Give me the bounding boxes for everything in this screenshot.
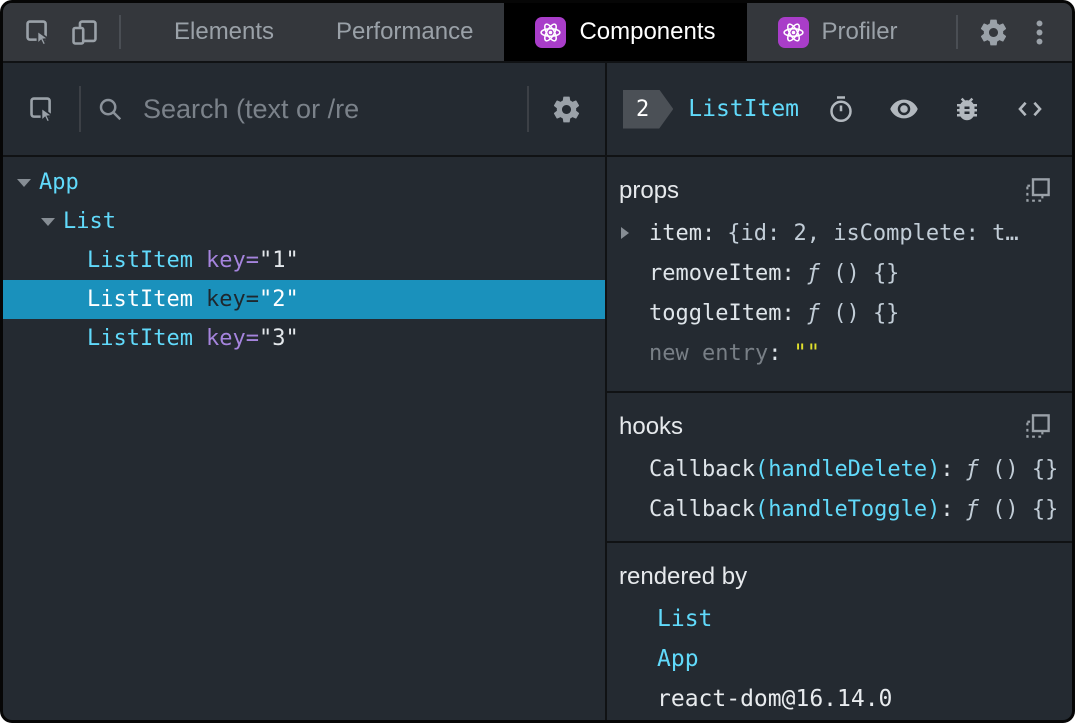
- prop-name: removeItem: [649, 260, 782, 286]
- component-name: ListItem: [87, 287, 193, 312]
- view-source-icon: [1018, 101, 1042, 117]
- tree-settings-button[interactable]: [543, 86, 589, 132]
- divider: [79, 86, 81, 132]
- new-entry-input[interactable]: new entry: [649, 341, 768, 366]
- tab-label: Elements: [174, 18, 275, 45]
- tab-elements[interactable]: Elements: [143, 3, 305, 61]
- hook-row-handledelete: Callback (handleDelete): ƒ () {}: [649, 456, 1059, 482]
- hooks-section: hooks Callback (handleDelete): ƒ () {} Ca…: [607, 393, 1072, 543]
- component-name: ListItem: [87, 248, 193, 273]
- kebab-menu-icon: [1036, 19, 1042, 45]
- hook-arg: (handleDelete): [754, 456, 941, 482]
- toolbar-divider: [956, 15, 958, 49]
- settings-gear-icon: [553, 96, 579, 122]
- copy-icon: [1026, 413, 1050, 438]
- copy-props-button[interactable]: [1020, 173, 1056, 209]
- devtools-menu-button[interactable]: [1016, 9, 1062, 55]
- hooks-section-title: hooks: [619, 413, 684, 440]
- device-toolbar-button[interactable]: [61, 9, 107, 55]
- prop-row-toggleitem: toggleItem: ƒ () {}: [649, 300, 900, 326]
- tree-item-listitem-1[interactable]: ListItem key="1": [3, 241, 605, 280]
- tab-label: Components: [579, 18, 716, 45]
- inspect-element-button[interactable]: [15, 9, 61, 55]
- hook-value: ƒ () {}: [965, 456, 1059, 482]
- inspect-dom-button[interactable]: [886, 91, 922, 127]
- devtools-settings-button[interactable]: [970, 9, 1016, 55]
- owners-stack-badge[interactable]: 2: [623, 90, 673, 129]
- eye-icon: [890, 99, 918, 119]
- tab-components[interactable]: Components: [504, 3, 747, 61]
- tree-item-app[interactable]: App: [3, 163, 605, 202]
- key-attribute: key="1": [205, 248, 299, 273]
- hook-name: Callback: [649, 496, 755, 522]
- props-section: props item: {id: 2, isComplete: t… remov…: [607, 157, 1072, 393]
- toolbar-divider: [119, 15, 121, 49]
- new-entry-value[interactable]: "": [793, 341, 820, 366]
- prop-value: {id: 2, isComplete: t…: [727, 220, 1019, 246]
- settings-gear-icon: [980, 19, 1006, 45]
- search-input[interactable]: [141, 92, 513, 126]
- component-name: App: [39, 170, 79, 195]
- stopwatch-icon: [830, 96, 852, 122]
- react-logo-icon: [777, 16, 809, 48]
- owner-link-list[interactable]: List: [657, 606, 712, 632]
- component-name: List: [63, 209, 116, 234]
- selected-component-header: 2 ListItem: [607, 63, 1072, 157]
- selected-component-name: ListItem: [688, 96, 800, 122]
- expander-icon[interactable]: [41, 217, 55, 226]
- prop-name: item: [649, 220, 702, 246]
- copy-hooks-button[interactable]: [1020, 409, 1056, 445]
- key-attribute: key="3": [205, 326, 299, 351]
- prop-name: toggleItem: [649, 300, 782, 326]
- select-component-button[interactable]: [19, 86, 65, 132]
- copy-icon: [1026, 177, 1050, 202]
- hook-arg: (handleToggle): [754, 496, 941, 522]
- owner-link-app[interactable]: App: [657, 646, 699, 672]
- key-attribute: key="2": [205, 287, 299, 312]
- bug-icon: [957, 97, 977, 121]
- tree-item-listitem-2-selected[interactable]: ListItem key="2": [3, 280, 605, 319]
- tab-label: Profiler: [821, 18, 898, 45]
- rendered-by-title: rendered by: [619, 563, 748, 590]
- component-name: ListItem: [87, 326, 193, 351]
- prop-row-item[interactable]: item: {id: 2, isComplete: t…: [619, 213, 1058, 253]
- owner-row: App: [657, 639, 1058, 679]
- component-tree: App List ListItem key="1" ListItem key="…: [3, 157, 605, 720]
- select-element-icon: [29, 96, 54, 123]
- prop-row-removeitem: removeItem: ƒ () {}: [649, 260, 900, 286]
- owner-row: List: [657, 599, 1058, 639]
- tab-profiler[interactable]: Profiler: [747, 3, 929, 61]
- devtools-window: Elements Performance Components Profiler: [0, 0, 1075, 723]
- expand-triangle-icon[interactable]: [621, 227, 629, 239]
- suspense-toggle-button[interactable]: [823, 91, 859, 127]
- inspect-element-icon: [25, 19, 50, 46]
- hook-name: Callback: [649, 456, 755, 482]
- renderer-version: react-dom@16.14.0: [657, 686, 893, 712]
- tab-label: Performance: [336, 18, 474, 45]
- tree-toolbar: [3, 63, 605, 157]
- owner-row: react-dom@16.14.0: [657, 679, 1058, 719]
- prop-row-new-entry[interactable]: new entry: "": [619, 333, 1058, 373]
- search-box: [95, 92, 513, 126]
- components-tree-pane: App List ListItem key="1" ListItem key="…: [3, 63, 607, 720]
- search-icon: [99, 98, 122, 121]
- view-source-button[interactable]: [1012, 91, 1048, 127]
- device-toolbar-icon: [71, 19, 97, 45]
- rendered-by-section: rendered by List App react-dom@16.14.0: [607, 543, 1072, 720]
- prop-value: ƒ () {}: [806, 260, 900, 286]
- expander-icon[interactable]: [17, 178, 31, 187]
- devtools-tabs: Elements Performance Components Profiler: [143, 3, 929, 61]
- tab-performance[interactable]: Performance: [305, 3, 504, 61]
- react-logo-icon: [535, 16, 567, 48]
- divider: [527, 86, 529, 132]
- props-section-title: props: [619, 177, 680, 204]
- prop-value: ƒ () {}: [806, 300, 900, 326]
- selected-component-pane: 2 ListItem props item: {id: 2, isComple…: [607, 63, 1072, 720]
- hook-value: ƒ () {}: [965, 496, 1059, 522]
- log-to-console-button[interactable]: [949, 91, 985, 127]
- tree-item-listitem-3[interactable]: ListItem key="3": [3, 319, 605, 358]
- tree-item-list[interactable]: List: [3, 202, 605, 241]
- devtools-toolbar: Elements Performance Components Profiler: [3, 3, 1072, 63]
- hook-row-handletoggle: Callback (handleToggle): ƒ () {}: [649, 496, 1059, 522]
